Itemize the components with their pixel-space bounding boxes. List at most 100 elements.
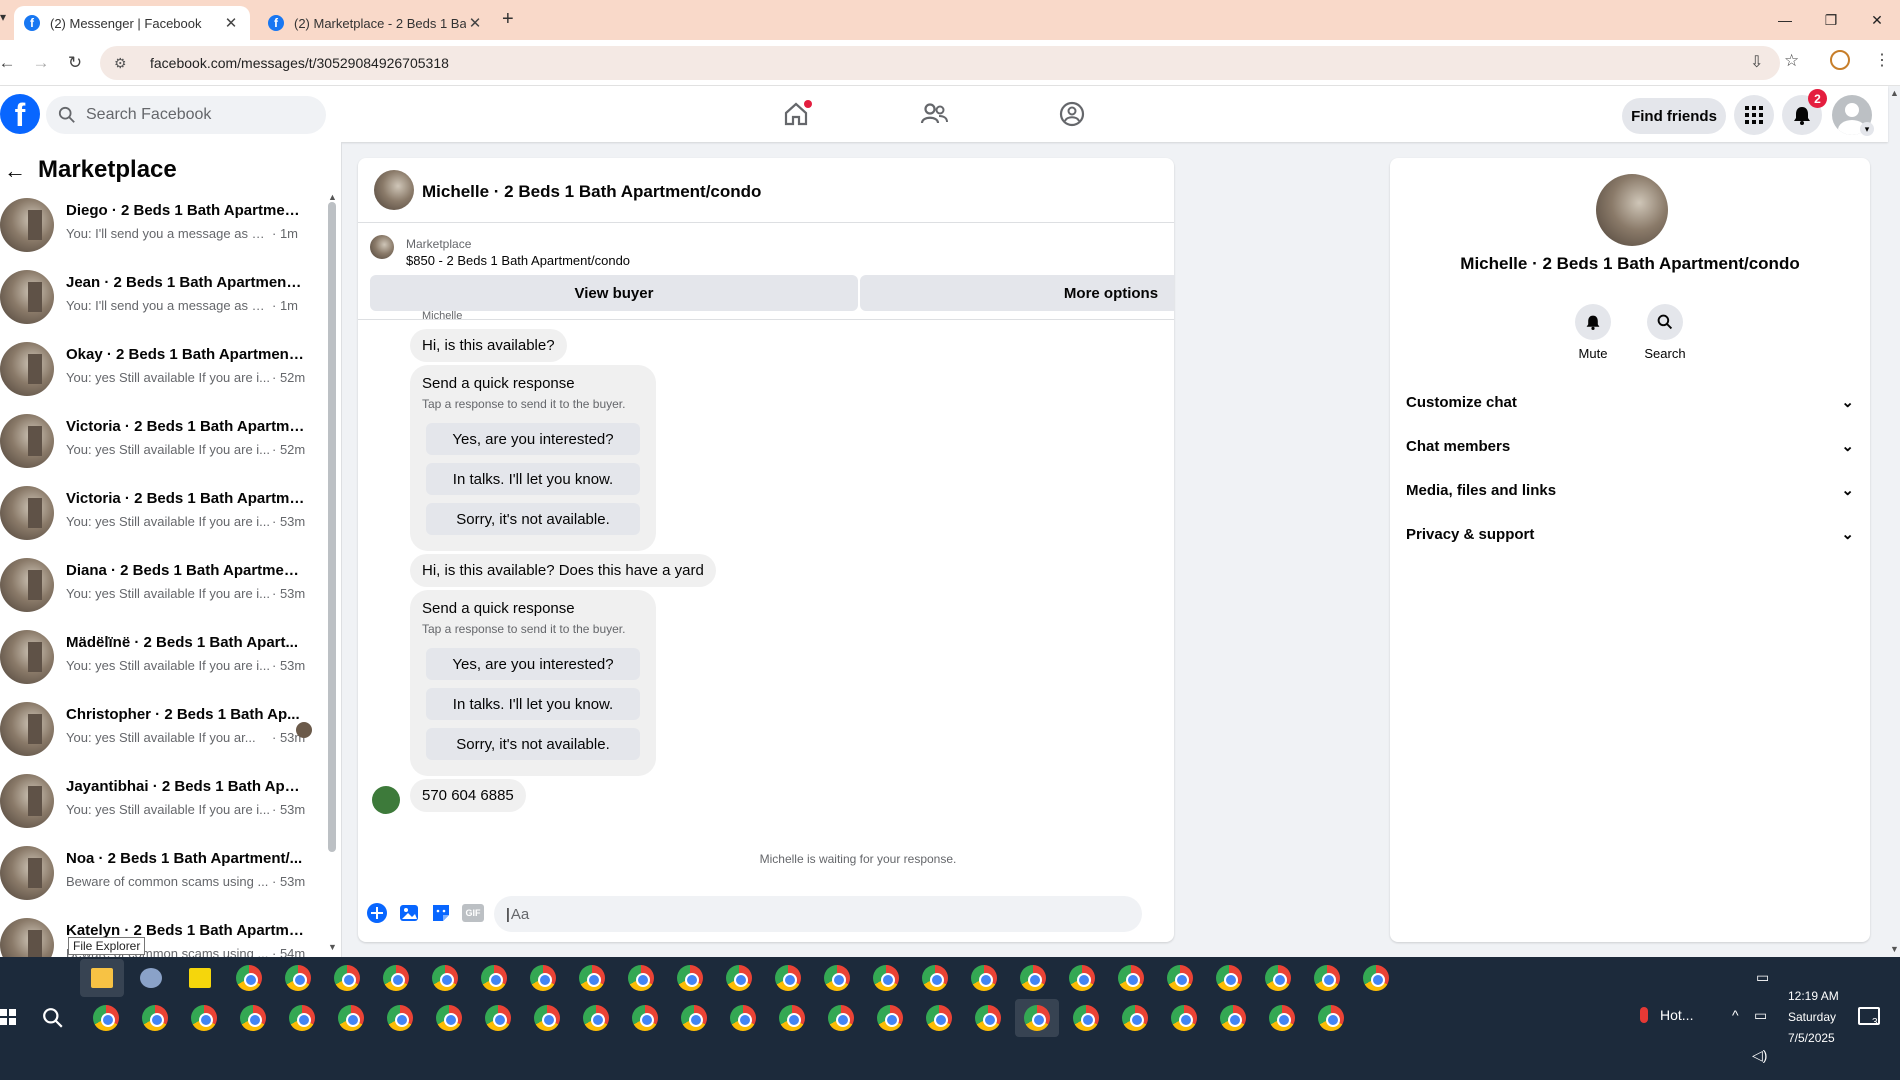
sidebar-scrollbar[interactable] <box>328 202 336 852</box>
search-in-chat-button[interactable]: Search <box>1630 304 1700 361</box>
customize-chat-row[interactable]: Customize chat ⌄ <box>1406 380 1854 424</box>
chrome-taskbar-icon[interactable] <box>276 959 320 997</box>
chrome-taskbar-icon[interactable] <box>819 999 863 1037</box>
conversation-item[interactable]: Victoria · 2 Beds 1 Bath Apartme... You:… <box>0 406 320 478</box>
conversation-item[interactable]: Noa · 2 Beds 1 Bath Apartment/... Beware… <box>0 838 320 910</box>
weather-widget[interactable]: Hot... <box>1640 1007 1693 1023</box>
scroll-down-arrow[interactable]: ▼ <box>328 942 337 952</box>
chrome-taskbar-icon[interactable] <box>766 959 810 997</box>
site-info-icon[interactable]: ⚙ <box>114 55 134 72</box>
facebook-search-field[interactable]: Search Facebook <box>46 96 326 134</box>
chrome-taskbar-icon[interactable] <box>864 959 908 997</box>
clock-date[interactable]: 7/5/2025 <box>1788 1031 1835 1045</box>
sticky-notes-icon[interactable] <box>178 959 222 997</box>
chrome-taskbar-icon[interactable] <box>815 959 859 997</box>
phone-link-icon[interactable]: ▭ <box>1756 969 1769 986</box>
chrome-taskbar-icon[interactable] <box>1113 999 1157 1037</box>
reload-icon[interactable]: ↻ <box>62 50 88 76</box>
chrome-taskbar-icon[interactable] <box>570 959 614 997</box>
forward-icon[interactable]: → <box>28 50 54 76</box>
conversation-item[interactable]: Jayantibhai · 2 Beds 1 Bath Apar... You:… <box>0 766 320 838</box>
conversation-item[interactable]: Christopher · 2 Beds 1 Bath Ap... You: y… <box>0 694 320 766</box>
chrome-taskbar-icon[interactable] <box>1309 999 1353 1037</box>
quick-reply-in-talks-button[interactable]: In talks. I'll let you know. <box>426 463 640 495</box>
chrome-taskbar-icon[interactable] <box>476 999 520 1037</box>
scroll-up-arrow[interactable]: ▲ <box>328 192 337 202</box>
chrome-taskbar-icon[interactable] <box>1011 959 1055 997</box>
url-field[interactable]: ⚙ facebook.com/messages/t/30529084926705… <box>100 46 1780 80</box>
chrome-taskbar-icon[interactable] <box>668 959 712 997</box>
conversation-item[interactable]: Diego · 2 Beds 1 Bath Apartment... You: … <box>0 190 320 262</box>
chrome-taskbar-icon[interactable] <box>619 959 663 997</box>
conversation-item[interactable]: Katelyn · 2 Beds 1 Bath Apartme... Bewar… <box>0 910 320 957</box>
listing-thumbnail[interactable] <box>370 235 394 259</box>
clock-day[interactable]: Saturday <box>1788 1010 1836 1024</box>
chrome-taskbar-icon[interactable] <box>84 999 128 1037</box>
chrome-taskbar-icon[interactable] <box>374 959 418 997</box>
sender-avatar[interactable] <box>372 786 400 814</box>
chrome-taskbar-icon[interactable] <box>1109 959 1153 997</box>
restore-icon[interactable]: ❐ <box>1808 0 1854 40</box>
chrome-taskbar-icon[interactable] <box>962 959 1006 997</box>
media-files-links-row[interactable]: Media, files and links ⌄ <box>1406 468 1854 512</box>
conversation-item[interactable]: Diana · 2 Beds 1 Bath Apartment... You: … <box>0 550 320 622</box>
chrome-taskbar-icon[interactable] <box>1354 959 1398 997</box>
chrome-taskbar-icon[interactable] <box>472 959 516 997</box>
home-nav[interactable] <box>766 94 826 134</box>
menu-button[interactable] <box>1734 95 1774 135</box>
chat-title[interactable]: Michelle · 2 Beds 1 Bath Apartment/condo <box>422 182 761 202</box>
chrome-taskbar-icon[interactable] <box>525 999 569 1037</box>
volume-icon[interactable]: ◁) <box>1752 1047 1767 1064</box>
quick-reply-in-talks-button[interactable]: In talks. I'll let you know. <box>426 688 640 720</box>
chrome-taskbar-icon[interactable] <box>623 999 667 1037</box>
facebook-logo-icon[interactable]: f <box>0 94 40 134</box>
show-hidden-icons-icon[interactable]: ^ <box>1732 1007 1739 1023</box>
message-input[interactable]: | Aa <box>494 896 1142 932</box>
chrome-taskbar-icon[interactable] <box>868 999 912 1037</box>
chrome-taskbar-icon[interactable] <box>966 999 1010 1037</box>
chrome-taskbar-icon[interactable] <box>917 999 961 1037</box>
network-icon[interactable]: ▭ <box>1754 1007 1767 1024</box>
gif-icon[interactable]: GIF <box>462 904 484 922</box>
chrome-taskbar-icon[interactable] <box>423 959 467 997</box>
conversation-item[interactable]: Mädëlïnë · 2 Beds 1 Bath Apart... You: y… <box>0 622 320 694</box>
account-chevron-icon[interactable]: ▾ <box>1860 122 1874 136</box>
tab-marketplace[interactable]: f (2) Marketplace - 2 Beds 1 Bath ✕ <box>258 6 494 40</box>
chrome-taskbar-icon[interactable] <box>721 999 765 1037</box>
new-tab-icon[interactable]: + <box>502 8 514 31</box>
quick-reply-yes-button[interactable]: Yes, are you interested? <box>426 423 640 455</box>
chrome-taskbar-icon[interactable] <box>913 959 957 997</box>
find-friends-button[interactable]: Find friends <box>1622 98 1726 134</box>
minimize-icon[interactable]: — <box>1762 0 1808 40</box>
install-app-icon[interactable]: ⇩ <box>1750 52 1763 72</box>
chrome-taskbar-icon[interactable] <box>1064 999 1108 1037</box>
chrome-taskbar-icon[interactable] <box>1158 959 1202 997</box>
chrome-taskbar-icon[interactable] <box>1260 999 1304 1037</box>
chrome-taskbar-icon[interactable] <box>1015 999 1059 1037</box>
page-scroll-down-arrow[interactable]: ▼ <box>1890 944 1899 954</box>
chrome-taskbar-icon[interactable] <box>574 999 618 1037</box>
chrome-taskbar-icon[interactable] <box>329 999 373 1037</box>
chrome-taskbar-icon[interactable] <box>1060 959 1104 997</box>
close-tab-icon[interactable]: ✕ <box>222 14 240 32</box>
file-explorer-icon[interactable] <box>80 959 124 997</box>
friends-nav[interactable] <box>904 94 964 134</box>
chrome-taskbar-icon[interactable] <box>325 959 369 997</box>
page-scroll-up-arrow[interactable]: ▲ <box>1890 88 1899 98</box>
chrome-taskbar-icon[interactable] <box>1256 959 1300 997</box>
close-tab-icon[interactable]: ✕ <box>466 14 484 32</box>
chrome-taskbar-icon[interactable] <box>1207 959 1251 997</box>
windows-start-icon[interactable] <box>0 1009 16 1025</box>
conversation-item[interactable]: Victoria · 2 Beds 1 Bath Apartme... You:… <box>0 478 320 550</box>
plus-icon[interactable] <box>366 902 388 924</box>
more-options-button[interactable]: More options <box>860 275 1174 311</box>
browser-menu-icon[interactable]: ⋮ <box>1874 50 1890 70</box>
quick-reply-yes-button[interactable]: Yes, are you interested? <box>426 648 640 680</box>
mute-button[interactable]: Mute <box>1558 304 1628 361</box>
paint-icon[interactable] <box>129 959 173 997</box>
profile-icon[interactable] <box>1830 50 1850 70</box>
conversation-item[interactable]: Jean · 2 Beds 1 Bath Apartment/... You: … <box>0 262 320 334</box>
taskbar-search-icon[interactable] <box>42 1007 64 1029</box>
chrome-taskbar-icon[interactable] <box>672 999 716 1037</box>
image-icon[interactable] <box>398 902 420 924</box>
